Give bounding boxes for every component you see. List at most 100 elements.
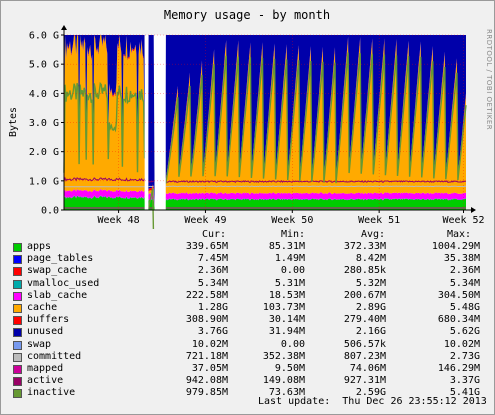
- legend-row-cache: cache 1.28G 103.73M 2.89G 5.48G: [0, 302, 493, 314]
- legend-cur-value: 7.45M: [197, 253, 228, 265]
- legend-row-active: active 942.08M 149.08M 927.31M 3.37G: [0, 375, 493, 387]
- legend-max-value: 35.38M: [443, 253, 480, 265]
- legend-row-committed: committed 721.18M 352.38M 807.23M 2.73G: [0, 351, 493, 363]
- legend-cur-value: 3.76G: [197, 326, 228, 338]
- legend-row-vmalloc-used: vmalloc_used 5.34M 5.31M 5.32M 5.34M: [0, 278, 493, 290]
- legend-avg-value: 807.23M: [343, 350, 386, 362]
- legend-series-name: slab_cache: [27, 289, 88, 301]
- legend-cur-value: 1.28G: [197, 302, 228, 313]
- legend-max-value: 2.73G: [449, 350, 480, 362]
- legend-swatch: [13, 316, 22, 326]
- legend-row-page-tables: page_tables 7.45M 1.49M 8.42M 35.38M: [0, 253, 493, 265]
- legend-min-value: 352.38M: [262, 350, 305, 362]
- legend-header-max: Max:: [447, 229, 472, 240]
- y-tick-label-0: 0.0: [41, 206, 59, 217]
- x-tick-label-1: Week 49: [184, 215, 226, 226]
- legend-series-name: mapped: [27, 363, 64, 374]
- y-axis-label: Bytes: [8, 107, 19, 137]
- legend-header-cur: Cur:: [202, 229, 227, 240]
- legend-cur-value: 942.08M: [185, 375, 228, 387]
- legend-max-value: 1004.29M: [431, 241, 480, 252]
- legend-min-value: 149.08M: [262, 375, 305, 387]
- legend-swatch: [13, 352, 22, 362]
- legend-avg-value: 5.32M: [355, 277, 386, 289]
- legend-swatch: [13, 389, 22, 399]
- legend-swatch: [13, 304, 22, 313]
- legend-cur-value: 339.65M: [185, 241, 228, 252]
- legend-max-value: 304.50M: [437, 289, 480, 301]
- legend-min-value: 0.00: [280, 338, 305, 350]
- legend-min-value: 0.00: [280, 265, 305, 277]
- legend-avg-value: 279.40M: [343, 314, 386, 326]
- legend-series-name: committed: [27, 350, 82, 362]
- x-tick-label-0: Week 48: [98, 215, 140, 226]
- legend-min-value: 30.14M: [268, 314, 305, 326]
- legend-series-name: page_tables: [27, 253, 94, 265]
- legend-series-name: unused: [27, 326, 64, 338]
- legend-row-swap-cache: swap_cache 2.36M 0.00 280.85k 2.36M: [0, 265, 493, 277]
- legend-min-value: 31.94M: [268, 326, 305, 338]
- legend-max-value: 5.34M: [449, 277, 480, 289]
- y-tick-label-1: 1.0 G: [29, 176, 59, 187]
- legend-swatch: [13, 267, 22, 277]
- legend-max-value: 5.48G: [449, 302, 480, 313]
- legend-cur-value: 721.18M: [185, 350, 228, 362]
- legend-swatch: [13, 328, 22, 338]
- legend-row-buffers: buffers 308.90M 30.14M 279.40M 680.34M: [0, 314, 493, 326]
- legend-swatch: [13, 377, 22, 387]
- legend-avg-value: 506.57k: [343, 338, 386, 350]
- legend-min-value: 18.53M: [268, 289, 305, 301]
- legend-series-name: apps: [27, 241, 52, 252]
- legend-max-value: 5.62G: [449, 326, 480, 338]
- legend-cur-value: 5.34M: [197, 277, 228, 289]
- legend-min-value: 9.50M: [274, 363, 305, 374]
- legend-series-name: swap_cache: [27, 265, 88, 277]
- legend-avg-value: 2.16G: [355, 326, 386, 338]
- y-tick-label-3: 3.0 G: [29, 118, 59, 129]
- legend-row-apps: apps 339.65M 85.31M 372.33M 1004.29M: [0, 241, 493, 253]
- y-tick-label-4: 4.0 G: [29, 89, 59, 100]
- legend-series-name: buffers: [27, 314, 70, 326]
- legend-avg-value: 74.06M: [349, 363, 386, 374]
- legend-row-slab-cache: slab_cache 222.58M 18.53M 200.67M 304.50M: [0, 290, 493, 302]
- legend-series-name: swap: [27, 338, 52, 350]
- legend-cur-value: 2.36M: [197, 265, 228, 277]
- legend-cur-value: 979.85M: [185, 387, 228, 399]
- y-axis-arrow: [61, 25, 67, 30]
- legend-swatch: [13, 279, 22, 289]
- legend-min-value: 5.31M: [274, 277, 305, 289]
- legend-avg-value: 280.85k: [343, 265, 386, 277]
- legend-series-name: vmalloc_used: [27, 277, 100, 289]
- legend-avg-value: 200.67M: [343, 289, 386, 301]
- legend-swatch: [13, 243, 22, 252]
- legend-header-avg: Avg:: [361, 229, 386, 240]
- legend-avg-value: 2.89G: [355, 302, 386, 313]
- y-tick-label-5: 5.0 G: [29, 60, 59, 71]
- legend-cur-value: 222.58M: [185, 289, 228, 301]
- legend-cur-value: 10.02M: [191, 338, 228, 350]
- x-tick-label-3: Week 51: [358, 215, 400, 226]
- rrdtool-side-label: RRDTOOL / TOBI OETIKER: [485, 29, 493, 130]
- legend-header-min: Min:: [281, 229, 306, 240]
- legend-avg-value: 927.31M: [343, 375, 386, 387]
- legend-cur-value: 308.90M: [185, 314, 228, 326]
- x-axis-arrow: [471, 207, 476, 213]
- legend-max-value: 146.29M: [437, 363, 480, 374]
- legend-series-name: inactive: [27, 387, 76, 399]
- legend-min-value: 85.31M: [268, 241, 305, 252]
- legend-swatch: [13, 365, 22, 374]
- x-tick-label-2: Week 50: [271, 215, 313, 226]
- legend-avg-value: 8.42M: [355, 253, 386, 265]
- legend-series-name: active: [27, 375, 64, 387]
- y-tick-label-2: 2.0 G: [29, 147, 59, 158]
- chart-title: Memory usage - by month: [164, 8, 330, 22]
- legend-series-name: cache: [27, 302, 58, 313]
- legend-cur-value: 37.05M: [191, 363, 228, 374]
- legend-swatch: [13, 291, 22, 301]
- legend-max-value: 10.02M: [443, 338, 480, 350]
- legend-swatch: [13, 340, 22, 350]
- legend-max-value: 680.34M: [437, 314, 480, 326]
- legend-min-value: 1.49M: [274, 253, 305, 265]
- x-tick-label-4: Week 52: [442, 215, 484, 226]
- legend-min-value: 103.73M: [262, 302, 305, 313]
